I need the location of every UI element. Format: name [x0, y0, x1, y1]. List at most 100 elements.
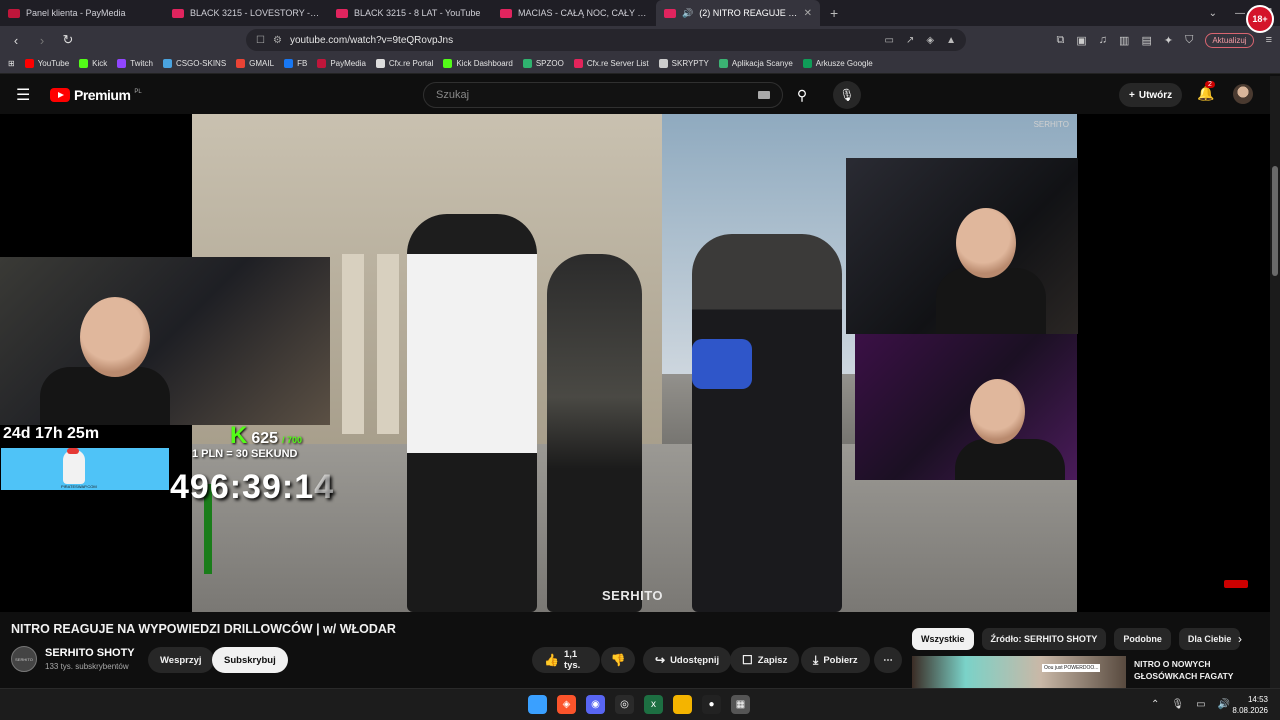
keyboard-icon[interactable] — [758, 91, 770, 99]
recommendation-thumbnail[interactable] — [912, 656, 1126, 688]
app-icon[interactable]: ● — [702, 695, 721, 714]
bookmark-page-icon[interactable]: ☐ — [256, 35, 265, 46]
bookmark-favicon-icon — [79, 59, 89, 68]
dislike-button[interactable]: 👎 — [601, 647, 635, 673]
speaker-icon[interactable]: 🔊 — [682, 8, 693, 19]
browser-tab[interactable]: Panel klienta - PayMedia — [0, 0, 164, 26]
new-tab-button[interactable]: + — [820, 5, 848, 21]
youtube-premium-logo[interactable]: Premium PL — [50, 87, 142, 103]
screenshot-icon[interactable]: ▣ — [1076, 34, 1086, 47]
bookmark-item[interactable]: Kick — [79, 59, 107, 68]
bookmark-item[interactable]: Twitch — [117, 59, 153, 68]
notifications-button[interactable]: 🔔 2 — [1197, 81, 1215, 102]
apps-grid-icon[interactable]: ⊞ — [8, 59, 15, 68]
like-button[interactable]: 👍 1,1 tys. — [532, 647, 600, 673]
subathon-countdown: 496:39:14 — [170, 468, 334, 507]
save-button[interactable]: ☐ Zapisz — [730, 647, 800, 673]
page-scrollbar[interactable] — [1270, 76, 1280, 720]
rewards-icon[interactable]: ▲ — [946, 35, 956, 46]
bookmark-item[interactable]: Cfx.re Portal — [375, 59, 434, 68]
menu-icon[interactable]: ≡ — [1266, 34, 1272, 46]
music-icon[interactable]: ♫ — [1099, 34, 1107, 46]
browser-tab-active[interactable]: 🔊 (2) NITRO REAGUJE NA WYPO ✕ — [656, 0, 820, 26]
account-avatar[interactable] — [1233, 84, 1253, 104]
bookmark-item[interactable]: SPZOO — [522, 59, 564, 68]
file-explorer-icon[interactable] — [673, 695, 692, 714]
browser-tab[interactable]: MACIAS - CAŁĄ NOC, CAŁY DZIEŃ - — [492, 0, 656, 26]
bookmark-item[interactable]: SKRYPTY — [658, 59, 709, 68]
chips-next-icon[interactable]: › — [1238, 632, 1242, 646]
chip-all[interactable]: Wszystkie — [912, 628, 974, 650]
reload-icon[interactable]: ↻ — [60, 32, 76, 48]
bookmark-item[interactable]: PayMedia — [317, 59, 366, 68]
bookmark-item[interactable]: Aplikacja Scanye — [718, 59, 793, 68]
voice-search-button[interactable]: 🎙 — [833, 81, 861, 109]
hamburger-menu-icon[interactable]: ☰ — [16, 85, 36, 105]
wallet-icon[interactable]: ▤ — [1141, 34, 1151, 47]
forward-icon[interactable]: › — [34, 33, 50, 48]
paymedia-favicon-icon — [8, 8, 20, 18]
system-clock[interactable]: 14:53 8.08.2026 — [1232, 694, 1268, 716]
extensions-icon[interactable]: ⧉ — [1057, 34, 1065, 47]
recommendation-title[interactable]: NITRO O NOWYCH GŁOSÓWKACH FAGATY — [1134, 658, 1264, 682]
more-actions-button[interactable]: ⋯ — [874, 647, 902, 673]
subscribe-button[interactable]: Subskrybuj — [212, 647, 288, 673]
browser-tab[interactable]: BLACK 3215 - LOVESTORY - YouTube — [164, 0, 328, 26]
close-tab-icon[interactable]: ✕ — [804, 8, 812, 19]
create-button[interactable]: + Utwórz — [1119, 83, 1183, 107]
discord-icon[interactable]: ◉ — [586, 695, 605, 714]
leo-icon[interactable]: ✦ — [1164, 34, 1173, 47]
brave-shield-icon[interactable]: ◈ — [926, 35, 934, 46]
tab-title: MACIAS - CAŁĄ NOC, CAŁY DZIEŃ - — [518, 8, 648, 18]
url-field[interactable]: ☐ ⚙ youtube.com/watch?v=9teQRovpJns ▭ ↗ … — [246, 29, 966, 51]
minimize-icon[interactable]: — — [1235, 8, 1245, 19]
like-count: 1,1 tys. — [563, 649, 581, 671]
search-input[interactable]: Szukaj — [423, 82, 783, 108]
bookmark-item[interactable]: Kick Dashboard — [443, 59, 513, 68]
thumbs-up-icon: 👍 — [544, 653, 559, 667]
chip-for-you[interactable]: Dla Ciebie — [1178, 628, 1241, 650]
vpn-icon[interactable]: ⛉ — [1185, 34, 1193, 47]
scrollbar-thumb[interactable] — [1272, 166, 1278, 276]
share-label: Udostępnij — [670, 654, 720, 666]
display-icon[interactable]: ▭ — [1196, 699, 1205, 710]
download-button[interactable]: ⤓ Pobierz — [801, 647, 870, 673]
bookmark-item[interactable]: CSGO-SKINS — [162, 59, 226, 68]
bookmark-label: PayMedia — [330, 59, 366, 68]
search-button[interactable]: ⚲ — [783, 82, 821, 108]
cast-icon[interactable]: ▭ — [885, 35, 894, 46]
bookmark-label: FB — [297, 59, 308, 68]
microphone-tray-icon[interactable]: 🎙 — [1171, 699, 1184, 710]
chip-source[interactable]: Źródło: SERHITO SHOTY — [981, 628, 1107, 650]
volume-icon[interactable]: 🔊 — [1218, 699, 1230, 710]
support-button[interactable]: Wesprzyj — [148, 647, 214, 673]
channel-avatar[interactable]: SERHITO — [11, 646, 37, 672]
bookmark-item[interactable]: Cfx.re Server List — [573, 59, 649, 68]
back-icon[interactable]: ‹ — [8, 33, 24, 48]
bookmark-favicon-icon — [236, 59, 246, 68]
youtube-favicon-icon — [664, 8, 676, 18]
tray-chevron-icon[interactable]: ⌃ — [1151, 699, 1159, 710]
bookmark-item[interactable]: YouTube — [24, 59, 70, 68]
update-button[interactable]: Aktualizuj — [1205, 32, 1254, 48]
excel-icon[interactable]: x — [644, 695, 663, 714]
brave-browser-icon[interactable]: ◈ — [557, 695, 576, 714]
browser-tab[interactable]: BLACK 3215 - 8 LAT - YouTube — [328, 0, 492, 26]
chip-similar[interactable]: Podobne — [1114, 628, 1171, 650]
video-player[interactable]: SERHITO SERHITO 24d 17h 25m PIRATESWAP.C… — [0, 114, 1270, 612]
extensions-area: ⧉ ▣ ♫ ▥ ▤ ✦ ⛉ Aktualizuj ≡ — [1057, 32, 1272, 48]
windows-start-icon[interactable] — [528, 695, 547, 714]
channel-name[interactable]: SERHITO SHOTY — [45, 647, 135, 659]
share-icon[interactable]: ↗ — [906, 35, 914, 46]
share-button[interactable]: ↪ Udostępnij — [643, 647, 732, 673]
bookmark-item[interactable]: Arkusze Google — [802, 59, 873, 68]
bookmark-label: YouTube — [37, 59, 70, 68]
chrome-icon[interactable]: ◎ — [615, 695, 634, 714]
tab-list-chevron-icon[interactable]: ⌄ — [1209, 8, 1217, 19]
bookmark-item[interactable]: GMAIL — [236, 59, 274, 68]
sidebar-icon[interactable]: ▥ — [1119, 34, 1129, 47]
bookmark-label: Cfx.re Portal — [388, 59, 434, 68]
calculator-icon[interactable]: ▦ — [731, 695, 750, 714]
site-info-icon[interactable]: ⚙ — [273, 35, 282, 46]
bookmark-item[interactable]: FB — [284, 59, 307, 68]
